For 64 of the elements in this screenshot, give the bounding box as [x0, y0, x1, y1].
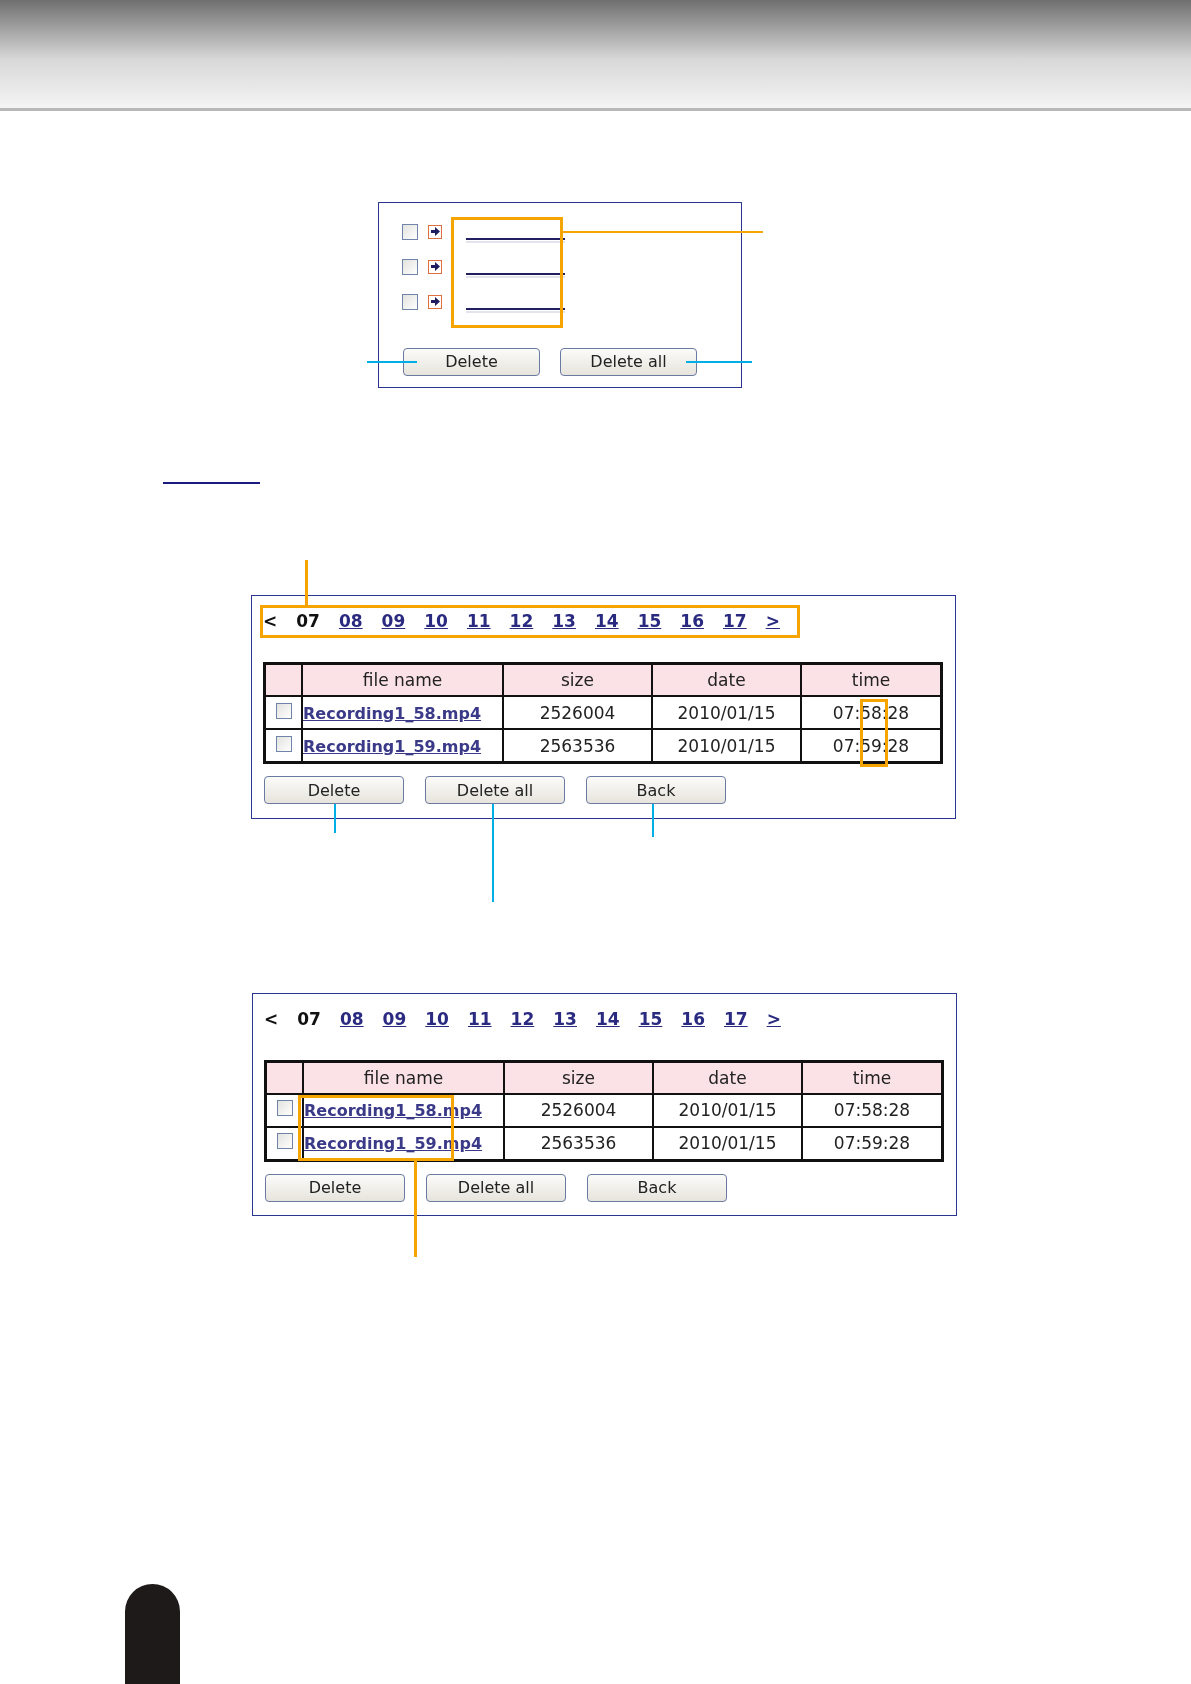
action-button[interactable]: Delete all: [560, 347, 697, 376]
link-line[interactable]: [466, 307, 565, 310]
arrow-icon[interactable]: [428, 294, 442, 309]
column-header: size: [504, 1061, 653, 1094]
page-link[interactable]: 17: [722, 611, 747, 632]
column-header: date: [653, 1061, 802, 1094]
checkbox[interactable]: [402, 223, 418, 240]
page-link[interactable]: 08: [338, 611, 363, 632]
callout-line: [305, 560, 308, 606]
page-link[interactable]: 10: [424, 611, 448, 632]
page-link[interactable]: 15: [637, 611, 662, 632]
page-link[interactable]: 16: [680, 611, 704, 632]
page-link[interactable]: 09: [381, 611, 406, 632]
action-button[interactable]: Delete all: [426, 1173, 566, 1202]
action-button[interactable]: Back: [586, 776, 726, 805]
page-link[interactable]: 13: [553, 1008, 577, 1029]
column-header: time: [801, 663, 942, 697]
page-link[interactable]: 11: [466, 611, 491, 632]
page-link[interactable]: 12: [509, 611, 534, 632]
callout-line: [686, 360, 752, 363]
page-link[interactable]: 09: [382, 1008, 407, 1029]
next-link[interactable]: >: [766, 1008, 781, 1029]
previous-link[interactable]: <: [264, 1008, 279, 1029]
next-link[interactable]: >: [765, 611, 780, 632]
arrow-icon[interactable]: [428, 259, 442, 274]
action-button[interactable]: Delete all: [425, 776, 565, 805]
column-header: time: [802, 1061, 943, 1094]
action-button[interactable]: Delete: [264, 776, 404, 805]
checkbox[interactable]: [275, 702, 292, 719]
checkbox[interactable]: [276, 1100, 293, 1117]
column-header: date: [652, 663, 801, 697]
page-link[interactable]: 07: [297, 1008, 321, 1029]
column-header: size: [503, 663, 652, 697]
page-link[interactable]: 15: [638, 1008, 663, 1029]
table-cell: 2526004: [503, 696, 652, 730]
action-button[interactable]: Delete: [403, 347, 540, 376]
page-link[interactable]: 10: [425, 1008, 449, 1029]
previous-link[interactable]: <: [263, 611, 278, 632]
table-cell: 2010/01/15: [653, 1093, 802, 1127]
checkbox[interactable]: [402, 293, 418, 310]
page-link[interactable]: 11: [467, 1008, 492, 1029]
page-link[interactable]: 13: [552, 611, 576, 632]
page-link[interactable]: 12: [510, 1008, 535, 1029]
column-header: file name: [302, 663, 503, 697]
callout-line: [367, 360, 417, 363]
callout-line: [334, 804, 336, 834]
column-header: file name: [303, 1061, 504, 1094]
page-link[interactable]: 14: [594, 611, 619, 632]
link-line[interactable]: [466, 272, 565, 275]
action-button[interactable]: Delete: [265, 1173, 405, 1202]
checkbox[interactable]: [275, 735, 292, 752]
table-cell: 2526004: [504, 1093, 653, 1127]
callout-line: [652, 804, 654, 838]
checkbox[interactable]: [276, 1133, 293, 1150]
table-cell: 2010/01/15: [652, 696, 801, 730]
action-button[interactable]: Back: [587, 1173, 727, 1202]
page-link[interactable]: 16: [681, 1008, 705, 1029]
checkbox[interactable]: [402, 258, 418, 275]
page-link[interactable]: 07: [296, 611, 320, 632]
page-link[interactable]: 17: [723, 1008, 748, 1029]
page-link[interactable]: 14: [595, 1008, 620, 1029]
arrow-icon[interactable]: [428, 224, 442, 239]
link-line[interactable]: [466, 237, 565, 240]
page-link[interactable]: 08: [339, 1008, 364, 1029]
